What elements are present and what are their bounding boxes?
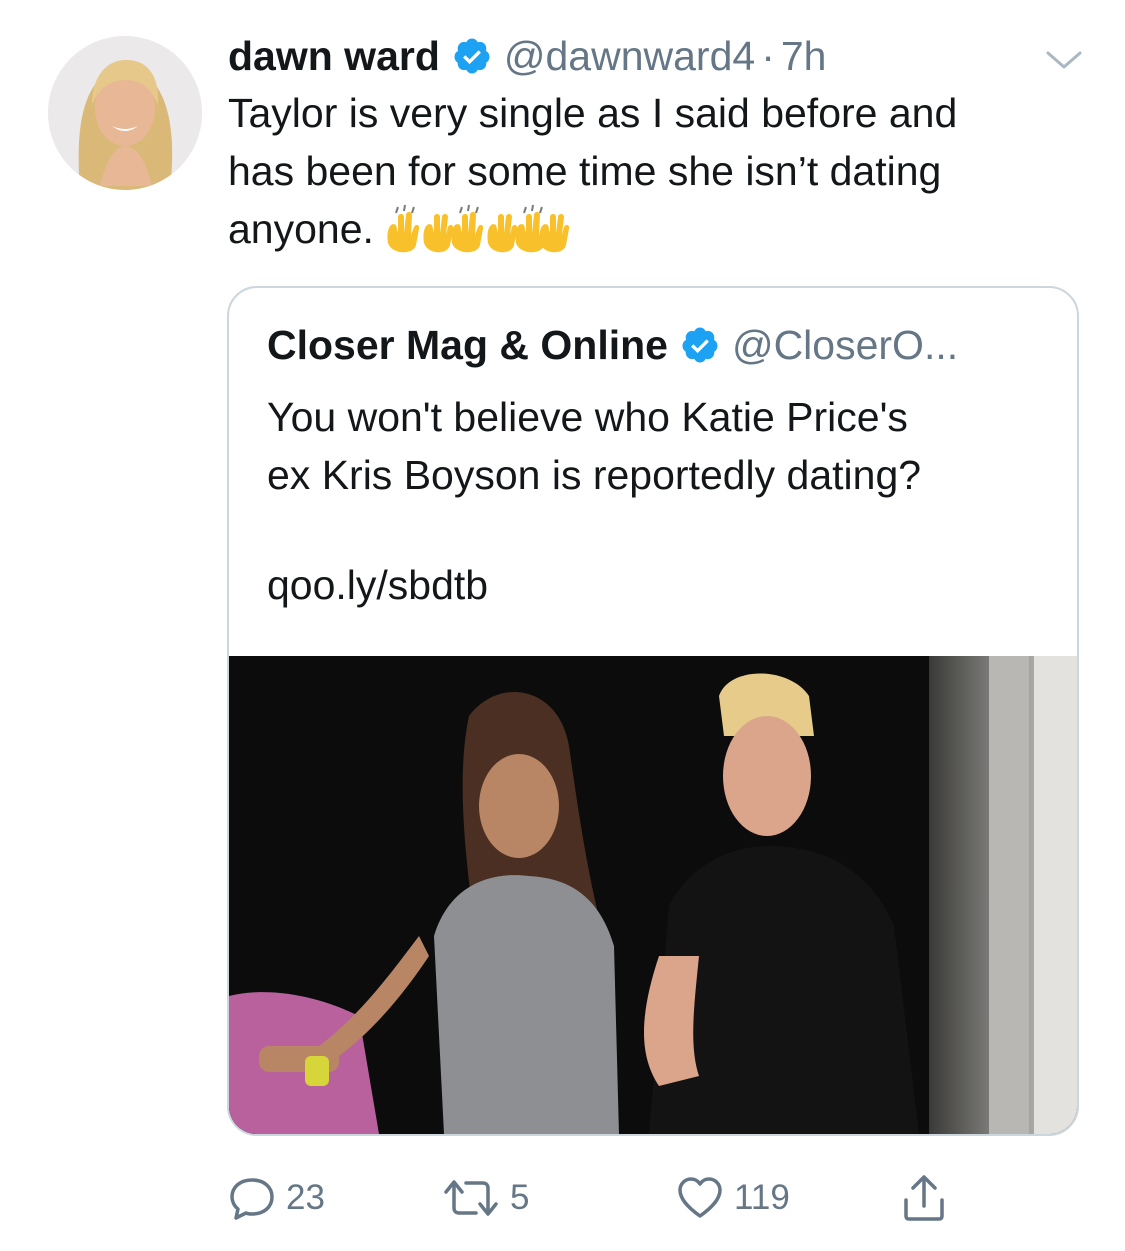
quoted-tweet-text: You won't believe who Katie Price's ex K… xyxy=(267,388,1047,504)
tweet-text-line-last: anyone. xyxy=(228,200,1088,258)
tweet-header: dawn ward @dawnward4 · 7h xyxy=(228,26,826,86)
reply-icon xyxy=(228,1174,276,1222)
quoted-tweet[interactable]: Closer Mag & Online @CloserO... You won'… xyxy=(227,286,1079,1136)
chevron-down-icon[interactable] xyxy=(1043,45,1085,75)
verified-badge-icon xyxy=(452,36,492,76)
retweet-icon xyxy=(442,1174,500,1222)
like-count: 119 xyxy=(734,1178,790,1217)
retweet-count: 5 xyxy=(510,1178,530,1217)
tweet[interactable]: dawn ward @dawnward4 · 7h Taylor is very… xyxy=(0,0,1125,1251)
quoted-tweet-header: Closer Mag & Online @CloserO... xyxy=(267,318,958,372)
tweet-text-end: anyone. xyxy=(228,206,374,252)
raising-hands-emoji xyxy=(451,205,518,253)
reply-count: 23 xyxy=(286,1178,325,1217)
quoted-link[interactable]: qoo.ly/sbdtb xyxy=(267,556,488,614)
quoted-author-handle: @CloserO... xyxy=(731,321,959,368)
quoted-text-line: You won't believe who Katie Price's xyxy=(267,394,908,440)
raising-hands-emoji xyxy=(515,205,570,253)
separator-dot: · xyxy=(761,32,775,79)
author-handle[interactable]: @dawnward4 xyxy=(504,33,755,80)
author-name[interactable]: dawn ward xyxy=(228,33,440,80)
like-button[interactable]: 119 xyxy=(676,1168,790,1228)
share-icon xyxy=(900,1172,948,1224)
tweet-text-line: has been for some time she isn’t dating xyxy=(228,148,942,194)
tweet-actions: 23 5 119 xyxy=(228,1168,1088,1228)
tweet-text-line: Taylor is very single as I said before a… xyxy=(228,90,958,136)
quoted-text-line: ex Kris Boyson is reportedly dating? xyxy=(267,452,922,498)
verified-badge-icon xyxy=(680,325,720,365)
quoted-author-name: Closer Mag & Online xyxy=(267,321,668,368)
share-button[interactable] xyxy=(900,1168,948,1228)
like-icon xyxy=(676,1174,724,1222)
quoted-photo[interactable] xyxy=(229,656,1077,1134)
emoji-group xyxy=(384,203,574,261)
avatar[interactable] xyxy=(48,36,202,190)
retweet-button[interactable]: 5 xyxy=(442,1168,529,1228)
timestamp[interactable]: 7h xyxy=(781,33,827,80)
reply-button[interactable]: 23 xyxy=(228,1168,325,1228)
raising-hands-emoji xyxy=(387,205,454,253)
tweet-text: Taylor is very single as I said before a… xyxy=(228,84,1088,258)
